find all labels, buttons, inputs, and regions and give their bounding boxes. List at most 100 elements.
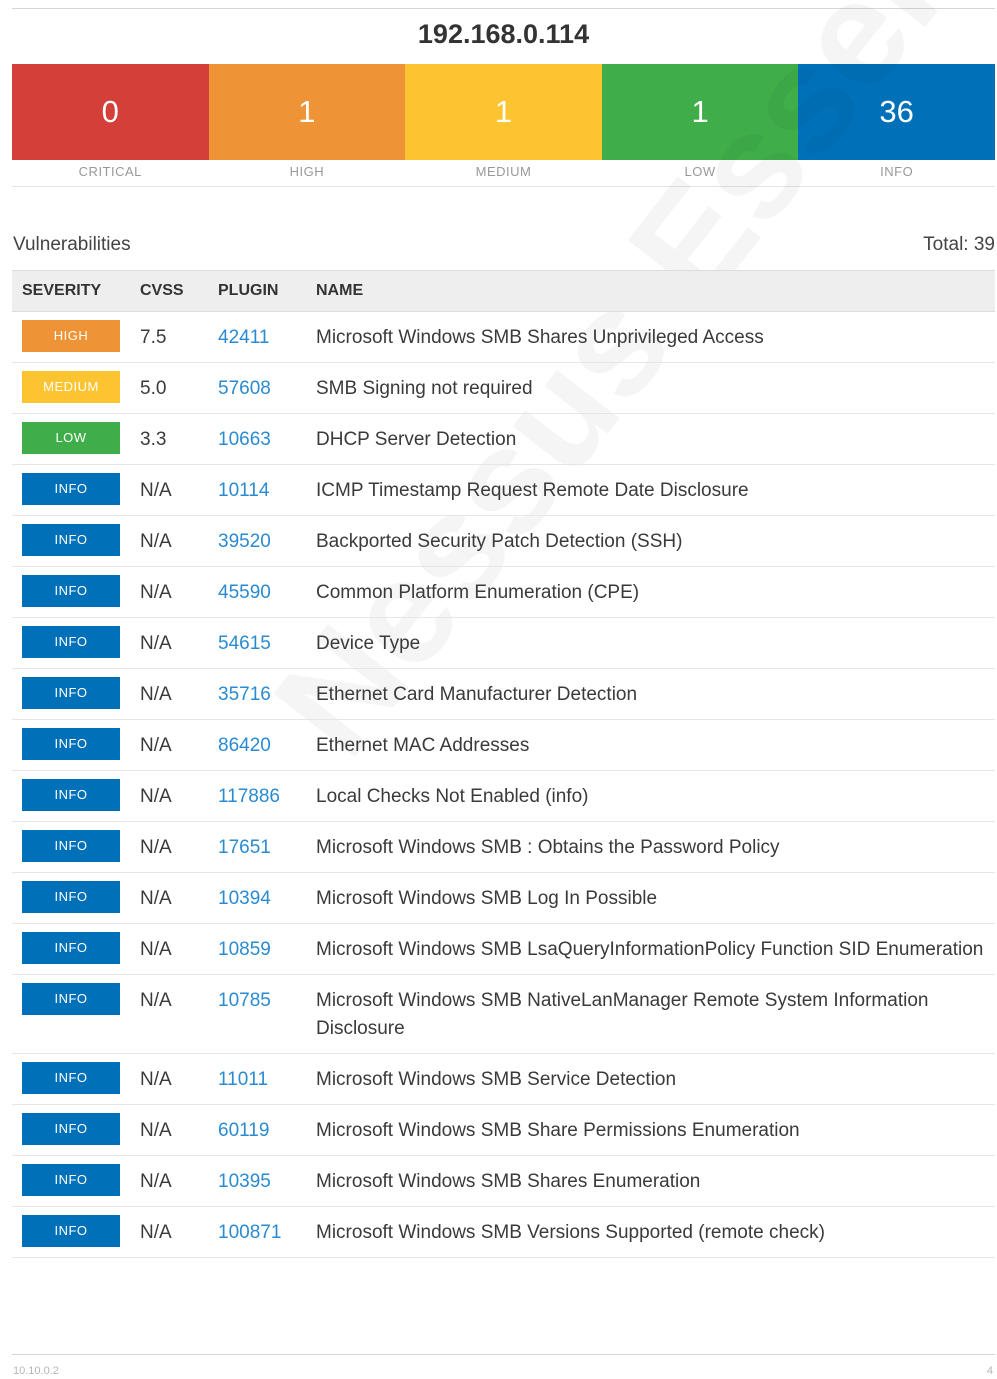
severity-cell: INFO — [12, 515, 130, 567]
cvss-cell: 5.0 — [130, 362, 208, 414]
severity-badge: INFO — [22, 881, 120, 913]
plugin-id-link[interactable]: 10114 — [218, 480, 269, 501]
table-header-row: SEVERITY CVSS PLUGIN NAME — [12, 270, 995, 312]
footer-address: 10.10.0.2 — [13, 1365, 59, 1377]
plugin-cell: 10114 — [208, 464, 306, 516]
severity-badge: INFO — [22, 1164, 120, 1196]
plugin-cell: 39520 — [208, 515, 306, 567]
plugin-cell: 17651 — [208, 821, 306, 873]
vulnerabilities-table: SEVERITY CVSS PLUGIN NAME HIGH 7.5 42411 Mi… — [12, 270, 995, 1258]
plugin-id-link[interactable]: 10785 — [218, 990, 271, 1011]
vulnerability-name-cell: DHCP Server Detection — [306, 413, 995, 465]
vulnerability-name-cell: Microsoft Windows SMB LsaQueryInformatio… — [306, 923, 995, 975]
vulnerability-name-cell: Microsoft Windows SMB Log In Possible — [306, 872, 995, 924]
cvss-cell: N/A — [130, 719, 208, 771]
severity-badge: MEDIUM — [22, 371, 120, 403]
severity-cell: INFO — [12, 974, 130, 1054]
severity-labels: CRITICAL HIGH MEDIUM LOW INFO — [12, 160, 995, 187]
plugin-id-link[interactable]: 45590 — [218, 582, 271, 603]
vulnerability-name-cell: Local Checks Not Enabled (info) — [306, 770, 995, 822]
cvss-cell: N/A — [130, 821, 208, 873]
plugin-id-link[interactable]: 117886 — [218, 786, 280, 807]
plugin-id-link[interactable]: 100871 — [218, 1222, 281, 1243]
table-row: INFO N/A 100871 Microsoft Windows SMB Versi… — [12, 1206, 995, 1258]
plugin-cell: 35716 — [208, 668, 306, 720]
severity-label-medium: MEDIUM — [475, 164, 532, 179]
plugin-id-link[interactable]: 11011 — [218, 1069, 268, 1090]
cvss-cell: N/A — [130, 770, 208, 822]
plugin-id-link[interactable]: 42411 — [218, 327, 269, 348]
cvss-cell: N/A — [130, 464, 208, 516]
severity-badge: INFO — [22, 524, 120, 556]
cvss-cell: N/A — [130, 1206, 208, 1258]
severity-badge: INFO — [22, 932, 120, 964]
severity-label-low: LOW — [684, 164, 716, 179]
table-row: INFO N/A 35716 Ethernet Card Manufacturer D… — [12, 668, 995, 720]
severity-badge: INFO — [22, 677, 120, 709]
severity-cell: LOW — [12, 413, 130, 465]
severity-badge: INFO — [22, 575, 120, 607]
plugin-cell: 57608 — [208, 362, 306, 414]
plugin-id-link[interactable]: 57608 — [218, 378, 271, 399]
vulnerability-name-cell: SMB Signing not required — [306, 362, 995, 414]
severity-cell: INFO — [12, 1155, 130, 1207]
table-row: LOW 3.3 10663 DHCP Server Detection — [12, 413, 995, 465]
plugin-id-link[interactable]: 60119 — [218, 1120, 269, 1141]
table-row: HIGH 7.5 42411 Microsoft Windows SMB Shares… — [12, 311, 995, 363]
column-header-severity: SEVERITY — [12, 270, 130, 312]
plugin-cell: 42411 — [208, 311, 306, 363]
vulnerability-name-cell: Microsoft Windows SMB Shares Enumeration — [306, 1155, 995, 1207]
severity-cell: INFO — [12, 770, 130, 822]
plugin-cell: 54615 — [208, 617, 306, 669]
severity-count-info: 36 — [798, 64, 995, 160]
page-number: 4 — [986, 1365, 993, 1377]
vulnerability-name-cell: Microsoft Windows SMB Share Permissions … — [306, 1104, 995, 1156]
bottom-divider — [12, 1354, 995, 1355]
plugin-id-link[interactable]: 10663 — [218, 429, 271, 450]
plugin-cell: 60119 — [208, 1104, 306, 1156]
severity-cell: HIGH — [12, 311, 130, 363]
vulnerability-name-cell: Microsoft Windows SMB Versions Supported… — [306, 1206, 995, 1258]
severity-label-info: INFO — [880, 164, 914, 179]
severity-cell: INFO — [12, 1053, 130, 1105]
severity-label-critical: CRITICAL — [78, 164, 142, 179]
vulnerability-name-cell: ICMP Timestamp Request Remote Date Discl… — [306, 464, 995, 516]
plugin-cell: 11011 — [208, 1053, 306, 1105]
vulnerability-name-cell: Backported Security Patch Detection (SSH… — [306, 515, 995, 567]
cvss-cell: N/A — [130, 668, 208, 720]
table-row: INFO N/A 54615 Device Type — [12, 617, 995, 669]
column-header-cvss: CVSS — [130, 270, 208, 312]
plugin-cell: 45590 — [208, 566, 306, 618]
vulnerability-name-cell: Ethernet MAC Addresses — [306, 719, 995, 771]
plugin-cell: 10785 — [208, 974, 306, 1054]
table-row: MEDIUM 5.0 57608 SMB Signing not required — [12, 362, 995, 414]
table-row: INFO N/A 117886 Local Checks Not Enabled (i… — [12, 770, 995, 822]
table-row: INFO N/A 10859 Microsoft Windows SMB LsaQue… — [12, 923, 995, 975]
table-row: INFO N/A 60119 Microsoft Windows SMB Share … — [12, 1104, 995, 1156]
plugin-id-link[interactable]: 17651 — [218, 837, 271, 858]
plugin-id-link[interactable]: 10395 — [218, 1171, 271, 1192]
severity-badge: INFO — [22, 1113, 120, 1145]
plugin-id-link[interactable]: 10859 — [218, 939, 271, 960]
severity-cell: INFO — [12, 872, 130, 924]
plugin-id-link[interactable]: 86420 — [218, 735, 271, 756]
plugin-cell: 117886 — [208, 770, 306, 822]
cvss-cell: N/A — [130, 1155, 208, 1207]
plugin-id-link[interactable]: 39520 — [218, 531, 271, 552]
plugin-id-link[interactable]: 35716 — [218, 684, 271, 705]
plugin-cell: 10859 — [208, 923, 306, 975]
vulnerability-name-cell: Common Platform Enumeration (CPE) — [306, 566, 995, 618]
severity-badge: INFO — [22, 983, 120, 1015]
severity-badge: INFO — [22, 626, 120, 658]
plugin-cell: 86420 — [208, 719, 306, 771]
table-row: INFO N/A 10114 ICMP Timestamp Request Remot… — [12, 464, 995, 516]
severity-count-critical: 0 — [12, 64, 209, 160]
plugin-id-link[interactable]: 10394 — [218, 888, 271, 909]
cvss-cell: 7.5 — [130, 311, 208, 363]
top-divider — [12, 8, 995, 9]
severity-badge: INFO — [22, 1062, 120, 1094]
severity-cell: INFO — [12, 719, 130, 771]
cvss-cell: N/A — [130, 1053, 208, 1105]
cvss-cell: N/A — [130, 872, 208, 924]
plugin-id-link[interactable]: 54615 — [218, 633, 271, 654]
